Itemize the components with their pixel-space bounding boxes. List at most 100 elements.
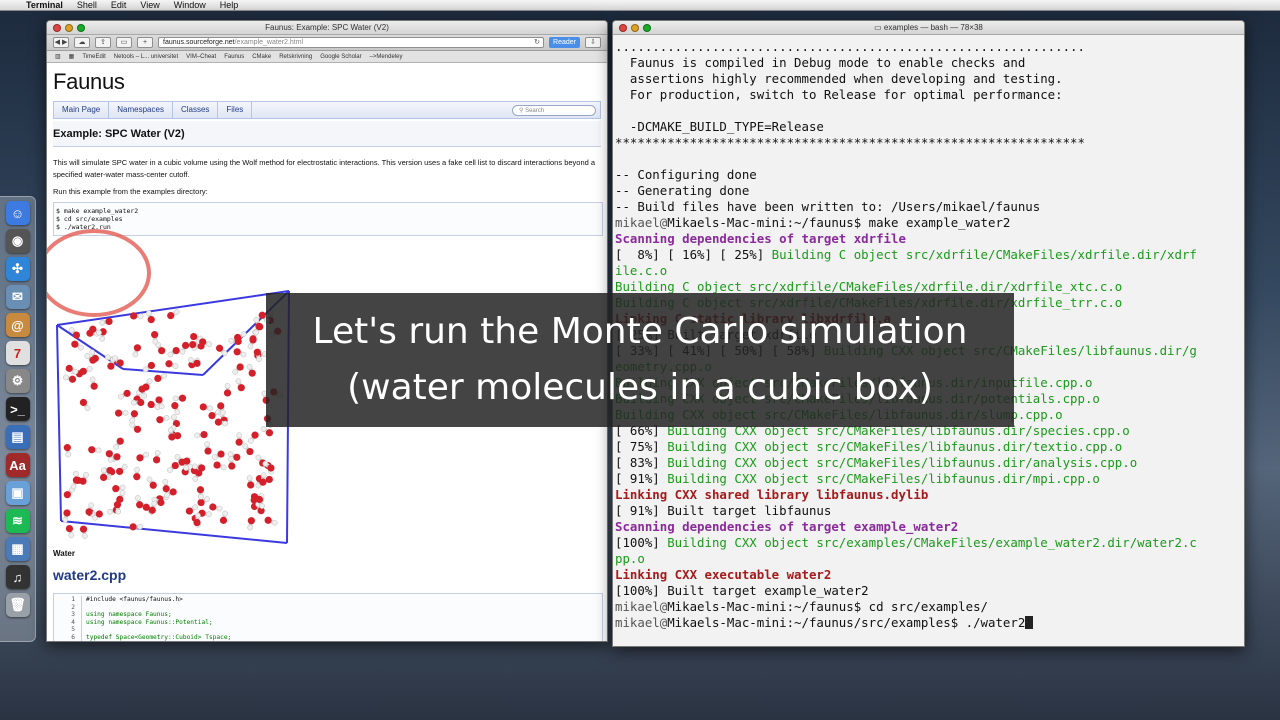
terminal-titlebar[interactable]: ▭ examples — bash — 78×38 bbox=[613, 21, 1244, 35]
zoom-icon[interactable] bbox=[77, 24, 85, 32]
source-heading[interactable]: water2.cpp bbox=[53, 567, 126, 583]
minimize-icon[interactable] bbox=[65, 24, 73, 32]
terminal-line: -- Configuring done bbox=[615, 167, 1244, 183]
oxygen-atom bbox=[147, 400, 155, 409]
reading-list-button[interactable]: ▭ bbox=[116, 37, 132, 48]
hydrogen-atom bbox=[173, 309, 180, 315]
terminal-line: assertions highly recommended when devel… bbox=[615, 71, 1244, 87]
menu-item-terminal[interactable]: Terminal bbox=[26, 0, 63, 11]
oxygen-atom bbox=[235, 438, 243, 446]
hydrogen-atom bbox=[154, 450, 161, 456]
hydrogen-atom bbox=[158, 403, 165, 410]
hydrogen-atom bbox=[104, 354, 111, 361]
oxygen-atom bbox=[151, 331, 159, 339]
bookmark-item[interactable]: Faunus bbox=[224, 51, 244, 62]
terminal-icon[interactable]: >_ bbox=[5, 397, 30, 421]
dock-icon-glyph: 7 bbox=[13, 345, 22, 361]
terminal-title: examples — bash — 78×38 bbox=[883, 23, 983, 32]
menu-item-view[interactable]: View bbox=[140, 0, 159, 11]
bookmark-item[interactable]: Netools – L... universitet bbox=[114, 51, 178, 62]
grapher-icon[interactable]: ▤ bbox=[5, 425, 30, 449]
bookmarks-grid-icon[interactable]: ▦ bbox=[69, 51, 75, 62]
share-button[interactable]: ⇪ bbox=[95, 37, 111, 48]
browser-titlebar[interactable]: Faunus: Example: SPC Water (V2) bbox=[47, 21, 607, 35]
oxygen-atom bbox=[233, 348, 241, 356]
oxygen-atom bbox=[65, 364, 73, 372]
hydrogen-atom bbox=[198, 493, 204, 500]
hydrogen-atom bbox=[222, 420, 229, 427]
back-forward-button[interactable]: ◀ ▶ bbox=[53, 37, 69, 48]
oxygen-atom bbox=[130, 312, 138, 320]
oxygen-atom bbox=[72, 331, 81, 339]
menu-item-edit[interactable]: Edit bbox=[111, 0, 127, 11]
hydrogen-atom bbox=[179, 348, 186, 355]
download-icon[interactable]: ⇩ bbox=[585, 37, 601, 48]
hydrogen-atom bbox=[260, 426, 267, 432]
addressbook-icon[interactable]: @ bbox=[5, 313, 30, 337]
minimize-icon[interactable] bbox=[631, 24, 639, 32]
dictionary-icon[interactable]: Aa bbox=[5, 453, 30, 477]
itunes-icon[interactable]: ♫ bbox=[5, 565, 30, 589]
folder-icon: ▭ bbox=[874, 23, 884, 32]
bookmarks-book-icon[interactable]: ▥ bbox=[55, 51, 61, 62]
address-bar[interactable]: faunus.sourceforge.net/example_water2.ht… bbox=[158, 37, 545, 48]
prompt-user: mikael@ bbox=[615, 599, 668, 614]
hydrogen-atom bbox=[96, 329, 102, 336]
calendar-icon[interactable]: 7 bbox=[5, 341, 30, 365]
hydrogen-atom bbox=[121, 463, 128, 470]
tab-files[interactable]: Files bbox=[218, 101, 253, 119]
menu-item-window[interactable]: Window bbox=[174, 0, 206, 11]
hydrogen-atom bbox=[135, 495, 141, 501]
code-line: 6 typedef Space<Geometry::Cuboid> Tspace; bbox=[54, 633, 602, 641]
close-icon[interactable] bbox=[619, 24, 627, 32]
bookmark-item[interactable]: TimeEdit bbox=[82, 51, 105, 62]
progress-prefix: [100%] bbox=[615, 535, 668, 550]
photo-icon[interactable]: ▦ bbox=[5, 537, 30, 561]
hydrogen-atom bbox=[262, 460, 269, 467]
figure-caption: Water bbox=[53, 549, 75, 558]
tab-namespaces[interactable]: Namespaces bbox=[109, 101, 173, 119]
hydrogen-atom bbox=[220, 409, 226, 416]
system-preferences-icon[interactable]: ⚙ bbox=[5, 369, 30, 393]
bookmark-item[interactable]: VIM–Cheat bbox=[186, 51, 216, 62]
code-text: typedef Space<Geometry::Cuboid> Tspace; bbox=[86, 633, 232, 641]
finder-icon[interactable]: ☺ bbox=[5, 201, 30, 225]
menu-item-help[interactable]: Help bbox=[220, 0, 239, 11]
dock-icon-glyph: ▤ bbox=[11, 429, 24, 444]
oxygen-atom bbox=[105, 317, 113, 326]
bookmark-item[interactable]: –>Mendeley bbox=[370, 51, 403, 62]
hydrogen-atom bbox=[164, 492, 170, 498]
hydrogen-atom bbox=[248, 437, 254, 444]
hydrogen-atom bbox=[141, 392, 148, 399]
oxygen-atom bbox=[253, 348, 261, 356]
trash-icon[interactable]: 🗑 bbox=[5, 593, 30, 617]
new-tab-button[interactable]: + bbox=[137, 37, 153, 48]
dashboard-icon[interactable]: ◉ bbox=[5, 229, 30, 253]
hydrogen-atom bbox=[188, 357, 194, 363]
menu-item-shell[interactable]: Shell bbox=[77, 0, 97, 11]
hydrogen-atom bbox=[172, 363, 179, 369]
reload-icon[interactable]: ↻ bbox=[534, 38, 540, 48]
site-logo[interactable]: Faunus bbox=[53, 69, 601, 97]
bookmark-item[interactable]: CMake bbox=[252, 51, 271, 62]
line-number: 3 bbox=[54, 611, 82, 619]
reader-button[interactable]: Reader bbox=[549, 37, 580, 48]
preview-icon[interactable]: ▣ bbox=[5, 481, 30, 505]
icloud-tabs-button[interactable]: ☁ bbox=[74, 37, 90, 48]
mail-icon[interactable]: ✉ bbox=[5, 285, 30, 309]
spotify-icon[interactable]: ≋ bbox=[5, 509, 30, 533]
bookmark-item[interactable]: Retskrivning bbox=[279, 51, 312, 62]
oxygen-atom bbox=[265, 429, 274, 437]
hydrogen-atom bbox=[174, 454, 181, 460]
close-icon[interactable] bbox=[53, 24, 61, 32]
oxygen-atom bbox=[197, 498, 205, 507]
oxygen-atom bbox=[107, 362, 115, 370]
search-input[interactable]: ⚲ Search bbox=[512, 105, 596, 116]
tab-classes[interactable]: Classes bbox=[173, 101, 219, 119]
hydrogen-atom bbox=[170, 414, 177, 420]
zoom-icon[interactable] bbox=[643, 24, 651, 32]
bookmark-item[interactable]: Google Scholar bbox=[320, 51, 361, 62]
tab-main-page[interactable]: Main Page bbox=[54, 101, 110, 119]
safari-icon[interactable]: ✣ bbox=[5, 257, 30, 281]
